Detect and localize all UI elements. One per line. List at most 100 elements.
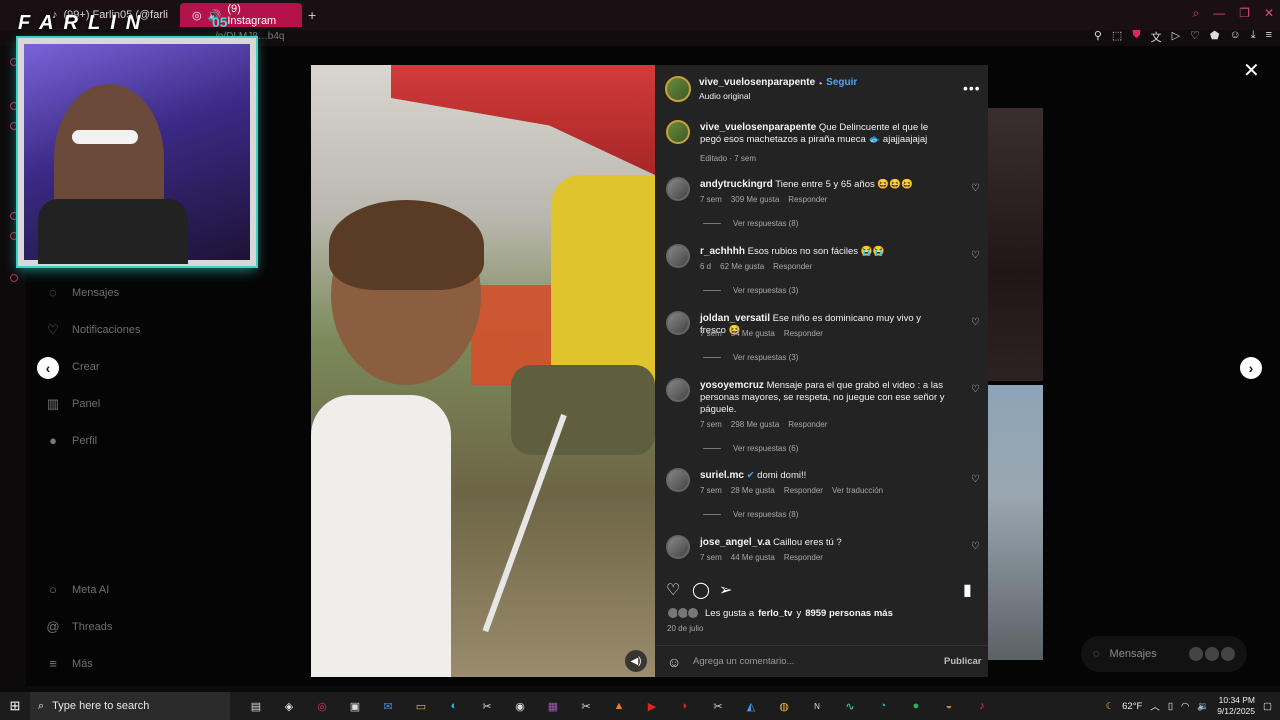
like-comment-icon[interactable]: ♡ bbox=[971, 183, 980, 194]
shield-icon[interactable]: ⛊ bbox=[1132, 29, 1140, 45]
commenter-avatar[interactable] bbox=[666, 177, 690, 201]
app-orange-icon[interactable]: ▲ bbox=[607, 696, 631, 716]
download-icon[interactable]: ⤓ bbox=[1251, 29, 1256, 45]
save-bookmark-icon[interactable]: ▮ bbox=[963, 580, 972, 600]
opera-gx-icon[interactable]: ◎ bbox=[310, 696, 334, 716]
sidebar-dot-icon[interactable] bbox=[10, 58, 18, 66]
search-icon[interactable]: ⌕ bbox=[1192, 6, 1199, 21]
commenter-username[interactable]: suriel.mc bbox=[700, 470, 744, 481]
likes-count[interactable]: 8959 personas más bbox=[805, 608, 893, 619]
close-icon[interactable]: ✕ bbox=[1264, 6, 1274, 21]
comments-list[interactable]: vive_vuelosenparapente Que Delincuente e… bbox=[655, 117, 988, 573]
windows-start-icon[interactable]: ⊞ bbox=[0, 698, 30, 714]
app-red-icon[interactable]: ◗ bbox=[673, 696, 697, 716]
commenter-username[interactable]: andytruckingrd bbox=[700, 179, 773, 190]
previous-post-arrow-icon[interactable]: ‹ bbox=[37, 357, 59, 379]
caption-username[interactable]: vive_vuelosenparapente bbox=[700, 122, 816, 133]
capcut-alt-icon[interactable]: ✂ bbox=[574, 696, 598, 716]
profile-icon[interactable]: ☺ bbox=[1229, 29, 1240, 45]
view-replies-button[interactable]: Ver respuestas (3) bbox=[703, 286, 798, 295]
commenter-username[interactable]: yosoyemcruz bbox=[700, 380, 764, 391]
like-heart-icon[interactable]: ♡ bbox=[666, 580, 680, 600]
menu-icon[interactable]: ≡ bbox=[1266, 29, 1272, 45]
post-video[interactable]: ◀) bbox=[311, 65, 655, 677]
comment-input[interactable]: Agrega un comentario... bbox=[693, 656, 794, 667]
capcut-icon[interactable]: ✂ bbox=[475, 696, 499, 716]
weather-temp[interactable]: 62°F bbox=[1122, 701, 1142, 712]
close-modal-icon[interactable]: ✕ bbox=[1243, 58, 1260, 83]
app-orange2-icon[interactable]: ◒ bbox=[937, 696, 961, 716]
app-blue-icon[interactable]: ◭ bbox=[739, 696, 763, 716]
like-comment-icon[interactable]: ♡ bbox=[971, 317, 980, 328]
file-explorer-icon[interactable]: ▭ bbox=[409, 696, 433, 716]
commenter-username[interactable]: jose_angel_v.a bbox=[700, 537, 770, 548]
reply-button[interactable]: Responder bbox=[784, 553, 823, 562]
new-tab-button[interactable]: + bbox=[308, 7, 316, 23]
play-icon[interactable]: ▷ bbox=[1172, 29, 1180, 45]
audio-label[interactable]: Audio original bbox=[699, 91, 751, 101]
author-avatar[interactable] bbox=[665, 76, 691, 102]
tab-instagram[interactable]: ◎ 🔊 (9) Instagram bbox=[180, 3, 302, 27]
view-replies-button[interactable]: Ver respuestas (8) bbox=[703, 510, 798, 519]
reply-button[interactable]: Responder bbox=[784, 329, 823, 338]
copilot-icon[interactable]: ◈ bbox=[277, 696, 301, 716]
reply-button[interactable]: Responder bbox=[773, 262, 812, 271]
app-green-icon[interactable]: ∿ bbox=[838, 696, 862, 716]
heart-icon[interactable]: ♡ bbox=[1190, 29, 1200, 45]
sidebar-item-threads[interactable]: @ Threads bbox=[46, 608, 216, 645]
screenshot-icon[interactable]: ⬚ bbox=[1112, 29, 1122, 45]
like-comment-icon[interactable]: ♡ bbox=[971, 384, 980, 395]
commenter-username[interactable]: r_achhhh bbox=[700, 246, 745, 257]
background-post-thumbnail[interactable] bbox=[988, 108, 1043, 381]
edge-icon[interactable]: ◐ bbox=[442, 696, 466, 716]
sidebar-item-perfil[interactable]: ● Perfil bbox=[46, 422, 216, 459]
app-icon[interactable]: ▦ bbox=[541, 696, 565, 716]
commenter-avatar[interactable] bbox=[666, 535, 690, 559]
comment-likes[interactable]: 54 Me gusta bbox=[731, 329, 775, 338]
comment-bubble-icon[interactable]: ◯ bbox=[692, 580, 710, 600]
more-options-icon[interactable]: ••• bbox=[963, 80, 981, 96]
sidebar-dot-icon[interactable] bbox=[10, 122, 18, 130]
sidebar-item-meta-ai[interactable]: ○ Meta AI bbox=[46, 571, 216, 608]
chrome-icon[interactable]: ◍ bbox=[772, 696, 796, 716]
minimize-icon[interactable]: — bbox=[1213, 6, 1225, 21]
author-avatar[interactable] bbox=[666, 120, 690, 144]
next-app-icon[interactable]: N bbox=[805, 696, 829, 716]
comment-likes[interactable]: 309 Me gusta bbox=[731, 195, 779, 204]
comment-likes[interactable]: 44 Me gusta bbox=[731, 553, 775, 562]
outlook-icon[interactable]: ✉ bbox=[376, 696, 400, 716]
commenter-avatar[interactable] bbox=[666, 244, 690, 268]
sidebar-item-mas[interactable]: ≡ Más bbox=[46, 645, 216, 682]
notifications-icon[interactable]: ▢ bbox=[1263, 701, 1272, 712]
sidebar-item-notificaciones[interactable]: ♡ Notificaciones bbox=[46, 311, 216, 348]
sidebar-dot-icon[interactable] bbox=[10, 232, 18, 240]
comment-likes[interactable]: 298 Me gusta bbox=[731, 420, 779, 429]
obs-icon[interactable]: ◉ bbox=[508, 696, 532, 716]
like-comment-icon[interactable]: ♡ bbox=[971, 250, 980, 261]
commenter-avatar[interactable] bbox=[666, 311, 690, 335]
chevron-up-icon[interactable]: ︿ bbox=[1150, 699, 1160, 713]
emoji-icon[interactable]: ☺ bbox=[667, 654, 681, 670]
author-username[interactable]: vive_vuelosenparapente bbox=[699, 77, 815, 88]
like-comment-icon[interactable]: ♡ bbox=[971, 541, 980, 552]
messages-pill[interactable]: ◌ Mensajes bbox=[1081, 636, 1247, 672]
app-cyan-icon[interactable]: ◔ bbox=[871, 696, 895, 716]
restore-icon[interactable]: ❐ bbox=[1239, 6, 1250, 21]
sidebar-dot-icon[interactable] bbox=[10, 212, 18, 220]
tiktok-icon[interactable]: ♪ bbox=[970, 696, 994, 716]
sidebar-item-mensajes[interactable]: ◌ Mensajes bbox=[46, 274, 216, 311]
sidebar-item-panel[interactable]: ▥ Panel bbox=[46, 385, 216, 422]
likes-summary[interactable]: Les gusta a ferlo_tv y 8959 personas más bbox=[667, 607, 893, 619]
taskbar-search[interactable]: ⌕ Type here to search bbox=[30, 692, 230, 720]
view-replies-button[interactable]: Ver respuestas (3) bbox=[703, 353, 798, 362]
clock[interactable]: 10:34 PM 9/12/2025 bbox=[1217, 695, 1255, 717]
likes-user[interactable]: ferlo_tv bbox=[758, 608, 792, 619]
like-comment-icon[interactable]: ♡ bbox=[971, 474, 980, 485]
publish-button[interactable]: Publicar bbox=[944, 656, 982, 667]
volume-icon[interactable]: 🔉 bbox=[1197, 701, 1209, 712]
view-replies-button[interactable]: Ver respuestas (8) bbox=[703, 219, 798, 228]
task-view-icon[interactable]: ▤ bbox=[244, 696, 268, 716]
capcut-third-icon[interactable]: ✂ bbox=[706, 696, 730, 716]
comment-likes[interactable]: 28 Me gusta bbox=[731, 486, 775, 495]
next-post-arrow-icon[interactable]: › bbox=[1240, 357, 1262, 379]
